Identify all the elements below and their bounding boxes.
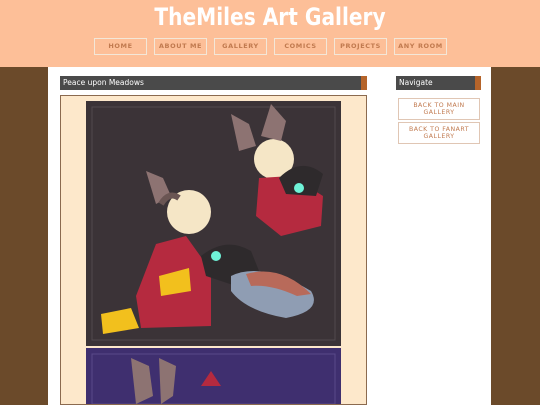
artwork-frame (60, 95, 367, 405)
post-title: Peace upon Meadows (63, 78, 144, 87)
nav-projects[interactable]: PROJECTS (334, 38, 387, 55)
site-header: TheMiles Art Gallery HOME ABOUT ME GALLE… (0, 0, 540, 67)
nav-about-me[interactable]: ABOUT ME (154, 38, 207, 55)
nav-any-room[interactable]: ANY ROOM (394, 38, 447, 55)
nav-comics[interactable]: COMICS (274, 38, 327, 55)
back-to-main-gallery-button[interactable]: BACK TO MAIN GALLERY (398, 98, 480, 120)
back-to-fanart-gallery-button[interactable]: BACK TO FANART GALLERY (398, 122, 480, 144)
sidebar-title-bar: Navigate (396, 76, 481, 90)
sidebar-title: Navigate (399, 78, 433, 87)
nav-home[interactable]: HOME (94, 38, 147, 55)
nav-gallery[interactable]: GALLERY (214, 38, 267, 55)
main-nav: HOME ABOUT ME GALLERY COMICS PROJECTS AN… (0, 38, 540, 55)
site-title: TheMiles Art Gallery (154, 3, 386, 31)
artwork-image[interactable] (61, 96, 366, 405)
post-title-bar: Peace upon Meadows (60, 76, 367, 90)
